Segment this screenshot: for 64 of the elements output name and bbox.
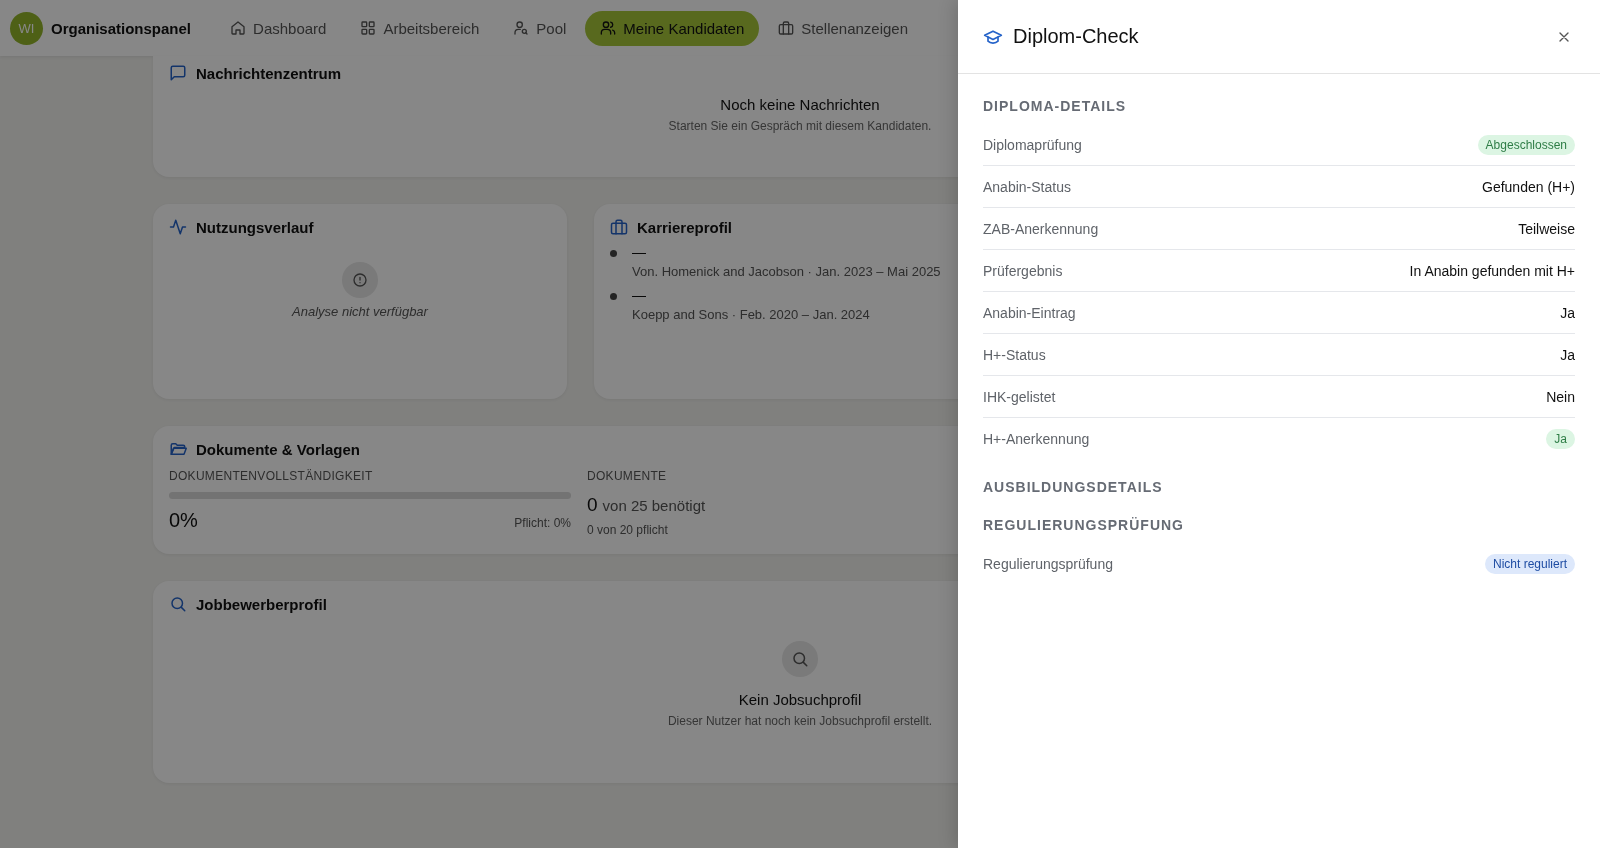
- required-count: 0 von 20 pflicht: [587, 523, 668, 537]
- percent-value: 0%: [169, 509, 198, 532]
- section-heading: DIPLOMA-DETAILS: [983, 98, 1127, 114]
- home-icon: [230, 20, 247, 36]
- card-title: Karriereprofil: [637, 218, 733, 236]
- alert-glyph-icon: [352, 272, 368, 288]
- detail-value: Gefunden (H+): [1482, 178, 1575, 195]
- detail-label: ZAB-Anerkennung: [983, 220, 1099, 237]
- avatar: WI: [10, 11, 43, 45]
- detail-label: Prüfergebnis: [983, 262, 1063, 279]
- detail-value: Nein: [1546, 388, 1575, 405]
- empty-text: Starten Sie ein Gespräch mit diesem Kandidaten.: [668, 119, 932, 133]
- card-title: Nachrichtenzentrum: [196, 64, 342, 82]
- entry-subtitle: Koepp and Sons · Feb. 2020 – Jan. 2024: [632, 307, 870, 322]
- section-label: DOKUMENTENVOLLSTÄNDIGKEIT: [169, 469, 373, 483]
- empty-title: Noch keine Nachrichten: [720, 96, 880, 113]
- briefcase-icon: [778, 20, 795, 36]
- detail-label: Anabin-Eintrag: [983, 304, 1076, 321]
- empty-text: Analyse nicht verfügbar: [292, 304, 428, 319]
- chat-icon: [169, 64, 187, 82]
- folder-icon: [169, 440, 187, 458]
- section-label: DOKUMENTE: [587, 469, 667, 483]
- nav-tab[interactable]: Arbeitsbereich: [345, 10, 495, 46]
- detail-value: Teilweise: [1518, 220, 1575, 237]
- detail-label: Diplomaprüfung: [983, 136, 1082, 153]
- section-heading: REGULIERUNGSPRÜFUNG: [983, 517, 1184, 533]
- detail-value: In Anabin gefunden mit H+: [1409, 262, 1575, 279]
- card-title: Jobbewerberprofil: [196, 595, 327, 613]
- timeline-dot: [610, 293, 617, 300]
- status-badge: Abgeschlossen: [1477, 134, 1575, 155]
- status-badge: Nicht reguliert: [1484, 553, 1575, 574]
- status-badge: Ja: [1546, 428, 1575, 449]
- detail-value: Ja: [1560, 346, 1575, 363]
- detail-label: IHK-gelistet: [983, 388, 1056, 405]
- search-glyph-icon: [791, 650, 809, 668]
- empty-title: Kein Jobsuchprofil: [738, 691, 862, 708]
- pulse-icon: [169, 218, 187, 236]
- entry-title: —: [632, 244, 646, 260]
- search-icon: [169, 595, 187, 613]
- empty-text: Dieser Nutzer hat noch kein Jobsuchprofil erstellt.: [667, 714, 933, 728]
- users-icon: [600, 20, 617, 36]
- nav-tab[interactable]: Pool: [498, 10, 582, 46]
- detail-label: Regulierungsprüfung: [983, 555, 1113, 572]
- card-title: Nutzungsverlauf: [196, 218, 314, 236]
- panel-title: Diplom-Check: [1013, 25, 1140, 48]
- nav-tab[interactable]: Stellenanzeigen: [763, 10, 924, 46]
- briefcase-icon: [610, 218, 628, 236]
- entry-title: —: [632, 287, 646, 303]
- nav-tab[interactable]: Dashboard: [215, 10, 342, 46]
- user-search-icon: [513, 20, 530, 36]
- card-title: Dokumente & Vorlagen: [196, 440, 360, 458]
- section-heading: AUSBILDUNGSDETAILS: [983, 479, 1163, 495]
- timeline-dot: [610, 250, 617, 257]
- detail-value: Ja: [1560, 304, 1575, 321]
- count-text: von 25 benötigt: [602, 497, 706, 514]
- required-percent: Pflicht: 0%: [514, 516, 571, 530]
- detail-label: H+-Status: [983, 346, 1046, 363]
- detail-label: H+-Anerkennung: [983, 430, 1090, 447]
- detail-label: Anabin-Status: [983, 178, 1071, 195]
- entry-subtitle: Von. Homenick and Jacobson · Jan. 2023 – Mai 2025: [632, 264, 941, 279]
- document-count: 0: [587, 494, 598, 516]
- nav-tab[interactable]: Meine Kandidaten: [585, 10, 760, 46]
- brand-name: Organisationspanel: [51, 19, 192, 37]
- grid-icon: [360, 20, 377, 36]
